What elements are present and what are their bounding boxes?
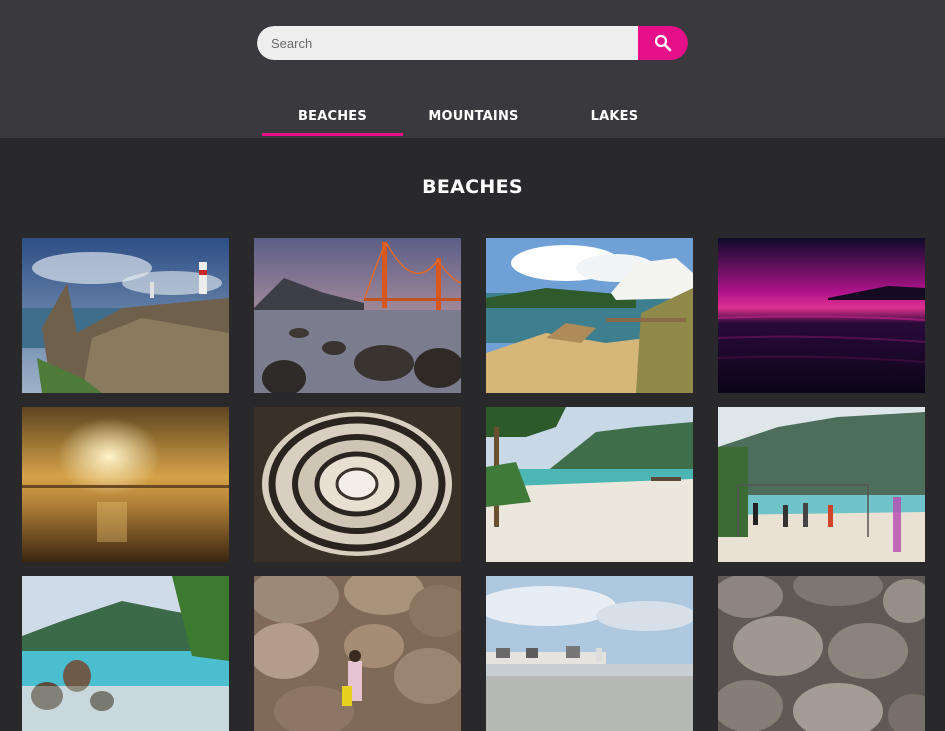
gallery-thumb-golden-sunset[interactable]: [22, 407, 229, 562]
search-button[interactable]: [638, 26, 688, 60]
search-bar: [257, 26, 688, 60]
tab-lakes[interactable]: LAKES: [544, 96, 685, 136]
gallery-thumb-palm-beach[interactable]: [486, 407, 693, 562]
category-tabs: BEACHES MOUNTAINS LAKES: [262, 96, 685, 136]
gallery-thumb-magenta-sunset[interactable]: [718, 238, 925, 393]
tab-mountains[interactable]: MOUNTAINS: [403, 96, 544, 136]
gallery-thumb-tropical-island[interactable]: [22, 576, 229, 731]
image-gallery: [22, 238, 925, 731]
gallery-thumb-boulders[interactable]: [254, 576, 461, 731]
gallery-thumb-resort-cove[interactable]: [486, 238, 693, 393]
search-input[interactable]: [257, 26, 638, 60]
tab-beaches[interactable]: BEACHES: [262, 96, 403, 136]
gallery-thumb-granite-rocks[interactable]: [718, 576, 925, 731]
search-icon: [654, 34, 672, 52]
section-title: BEACHES: [422, 176, 523, 198]
gallery-thumb-lighthouse[interactable]: [22, 238, 229, 393]
gallery-thumb-spiral-staircase[interactable]: [254, 407, 461, 562]
gallery-thumb-seaside-town[interactable]: [486, 576, 693, 731]
gallery-thumb-beach-volleyball[interactable]: [718, 407, 925, 562]
header-bar: BEACHES MOUNTAINS LAKES: [0, 0, 945, 138]
gallery-thumb-golden-gate[interactable]: [254, 238, 461, 393]
